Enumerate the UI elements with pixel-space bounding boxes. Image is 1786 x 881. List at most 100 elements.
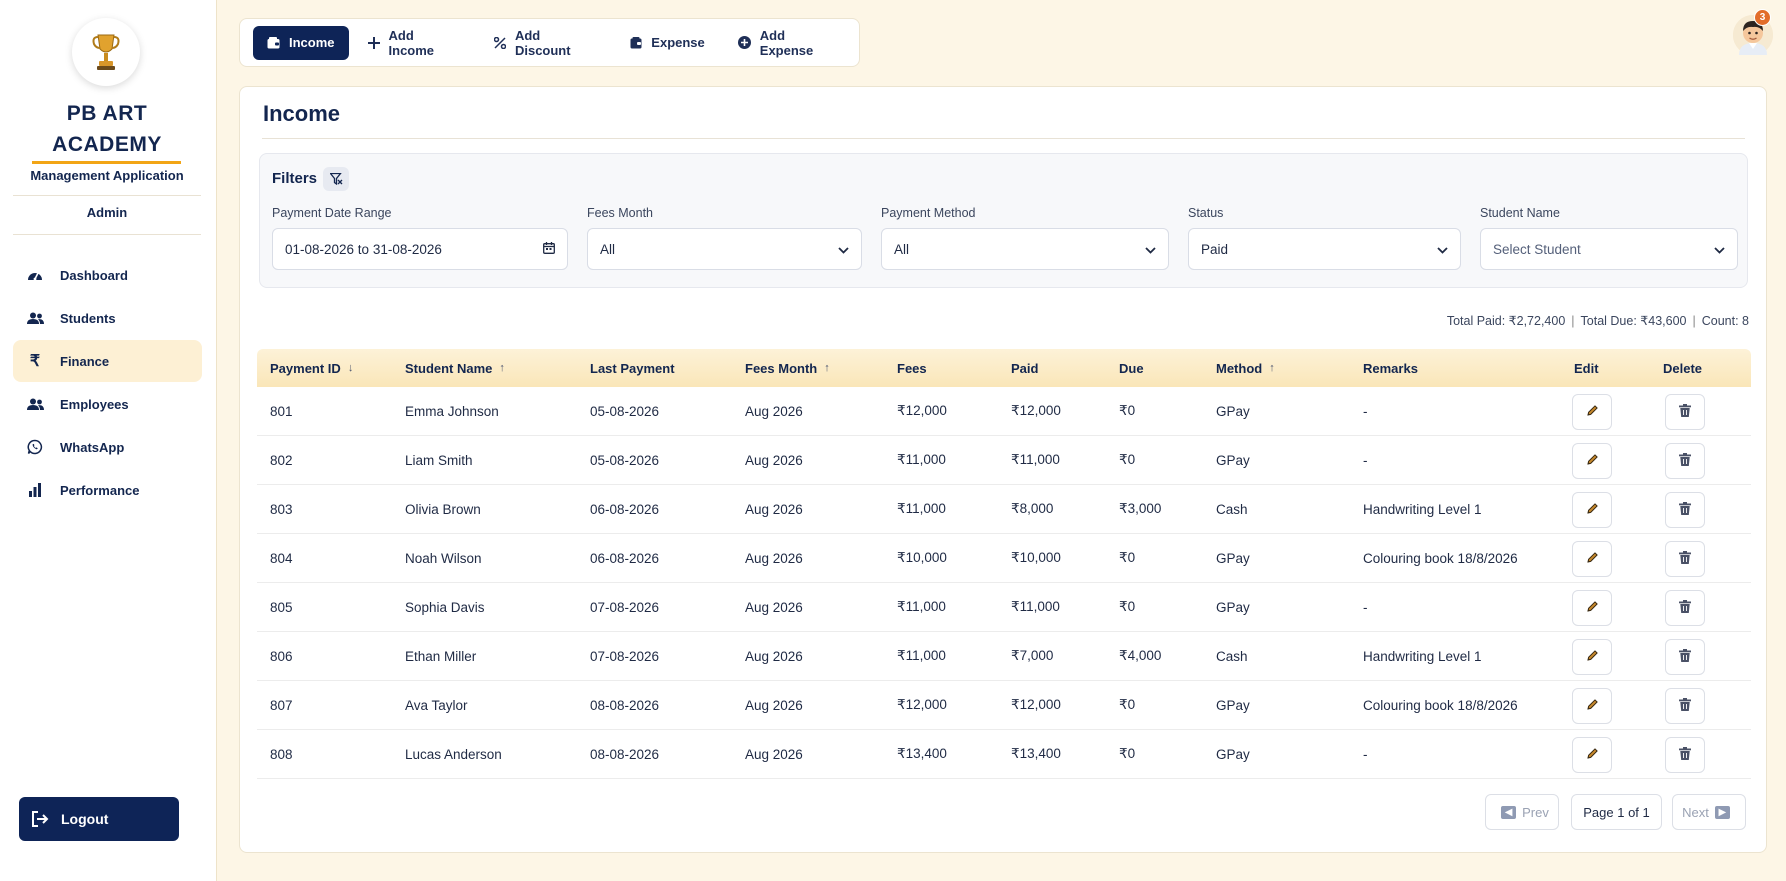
cell-last-payment: 06-08-2026 — [590, 550, 660, 566]
sidebar-item-finance[interactable]: ₹ Finance — [13, 340, 202, 382]
delete-button[interactable] — [1665, 492, 1705, 528]
cell-fees-month: Aug 2026 — [745, 648, 803, 664]
sidebar-item-whatsapp[interactable]: WhatsApp — [13, 426, 202, 468]
cell-method: GPay — [1216, 452, 1250, 468]
payment-method-label: Payment Method — [881, 206, 976, 220]
tab-label: Expense — [651, 35, 705, 50]
arrow-left-icon: ◀ — [1501, 805, 1517, 819]
cell-method: GPay — [1216, 746, 1250, 762]
cell-method: GPay — [1216, 403, 1250, 419]
cell-method: Cash — [1216, 648, 1248, 664]
plus-circle-icon — [737, 36, 751, 49]
edit-button[interactable] — [1572, 639, 1612, 675]
filters-panel: Filters Payment Date Range 01-08-2026 to… — [259, 153, 1748, 288]
edit-button[interactable] — [1572, 590, 1612, 626]
employees-icon — [26, 395, 44, 413]
prev-button[interactable]: ◀ Prev — [1485, 794, 1559, 830]
delete-button[interactable] — [1665, 443, 1705, 479]
col-edit: Edit — [1574, 349, 1599, 387]
sidebar-item-performance[interactable]: Performance — [13, 469, 202, 511]
col-method[interactable]: Method ↑ — [1216, 349, 1275, 387]
payment-method-select[interactable]: All — [881, 228, 1169, 270]
tab-expense[interactable]: Expense — [616, 26, 718, 60]
pencil-icon — [1586, 502, 1599, 518]
cell-fees: ₹11,000 — [897, 648, 946, 663]
cell-due: ₹0 — [1119, 697, 1136, 712]
cell-last-payment: 05-08-2026 — [590, 403, 660, 419]
chevron-down-icon — [1437, 242, 1448, 257]
cell-payment-id: 803 — [270, 501, 293, 517]
next-button[interactable]: Next ▶ — [1672, 794, 1746, 830]
student-name-select[interactable]: Select Student — [1480, 228, 1738, 270]
cell-payment-id: 808 — [270, 746, 293, 762]
cell-remarks: Handwriting Level 1 — [1363, 501, 1482, 517]
tab-income[interactable]: Income — [253, 25, 349, 60]
cell-method: GPay — [1216, 550, 1250, 566]
sidebar-item-label: WhatsApp — [60, 439, 125, 455]
cell-payment-id: 802 — [270, 452, 293, 468]
col-fees-month[interactable]: Fees Month ↑ — [745, 349, 830, 387]
delete-button[interactable] — [1665, 639, 1705, 675]
cell-fees-month: Aug 2026 — [745, 599, 803, 615]
col-payment-id[interactable]: Payment ID ↓ — [270, 349, 353, 387]
income-table: Payment ID ↓ Student Name ↑ Last Payment F… — [257, 349, 1751, 779]
logout-label: Logout — [61, 811, 109, 827]
tab-add-discount[interactable]: Add Discount — [480, 26, 611, 60]
col-label: Fees Month — [745, 360, 818, 376]
cell-remarks: - — [1363, 746, 1368, 762]
sidebar-item-students[interactable]: Students — [13, 297, 202, 339]
status-label: Status — [1188, 206, 1224, 220]
date-range-input[interactable]: 01-08-2026 to 31-08-2026 — [272, 228, 568, 270]
edit-button[interactable] — [1572, 541, 1612, 577]
trash-icon — [1679, 649, 1691, 665]
edit-button[interactable] — [1572, 688, 1612, 724]
col-student-name[interactable]: Student Name ↑ — [405, 349, 505, 387]
table-row: 804 Noah Wilson 06-08-2026 Aug 2026 ₹10,000 ₹… — [257, 534, 1751, 583]
tab-add-income[interactable]: Add Income — [354, 26, 475, 60]
tab-add-expense[interactable]: Add Expense — [724, 26, 854, 60]
cell-fees: ₹10,000 — [897, 550, 947, 565]
record-count: Count: 8 — [1701, 314, 1749, 328]
col-paid: Paid — [1011, 349, 1038, 387]
delete-button[interactable] — [1665, 590, 1705, 626]
sidebar-item-dashboard[interactable]: Dashboard — [13, 254, 202, 296]
edit-button[interactable] — [1572, 492, 1612, 528]
tab-label: Add Income — [388, 27, 435, 58]
notification-badge[interactable]: 3 — [1754, 9, 1771, 26]
divider — [262, 138, 1745, 139]
edit-button[interactable] — [1572, 443, 1612, 479]
prev-label: Prev — [1522, 804, 1549, 820]
col-due: Due — [1119, 349, 1144, 387]
cell-fees-month: Aug 2026 — [745, 403, 803, 419]
sidebar: PB ART ACADEMY Management Application Ad… — [0, 0, 217, 881]
delete-button[interactable] — [1665, 688, 1705, 724]
delete-button[interactable] — [1665, 394, 1705, 430]
logout-button[interactable]: Logout — [19, 797, 179, 841]
edit-button[interactable] — [1572, 394, 1612, 430]
brand-underline — [32, 161, 181, 164]
cell-paid: ₹11,000 — [1011, 599, 1060, 614]
edit-button[interactable] — [1572, 737, 1612, 773]
cell-method: GPay — [1216, 697, 1250, 713]
cell-student-name: Emma Johnson — [405, 403, 499, 419]
col-delete: Delete — [1663, 349, 1702, 387]
pencil-icon — [1586, 600, 1599, 616]
fees-month-select[interactable]: All — [587, 228, 862, 270]
col-remarks: Remarks — [1363, 349, 1418, 387]
sidebar-item-employees[interactable]: Employees — [13, 383, 202, 425]
pencil-icon — [1586, 747, 1599, 763]
status-select[interactable]: Paid — [1188, 228, 1461, 270]
delete-button[interactable] — [1665, 737, 1705, 773]
fees-month-value: All — [600, 241, 616, 257]
table-row: 807 Ava Taylor 08-08-2026 Aug 2026 ₹12,000 ₹1… — [257, 681, 1751, 730]
cell-fees: ₹11,000 — [897, 452, 946, 467]
sort-asc-icon: ↑ — [499, 362, 505, 374]
brand-name-line1: PB ART — [66, 102, 148, 125]
page-label: Page 1 of 1 — [1583, 804, 1650, 820]
cell-last-payment: 08-08-2026 — [590, 746, 660, 762]
filter-clear-icon[interactable] — [323, 167, 349, 191]
col-fees: Fees — [897, 349, 927, 387]
delete-button[interactable] — [1665, 541, 1705, 577]
pencil-icon — [1586, 649, 1599, 665]
chevron-down-icon — [1714, 242, 1725, 257]
